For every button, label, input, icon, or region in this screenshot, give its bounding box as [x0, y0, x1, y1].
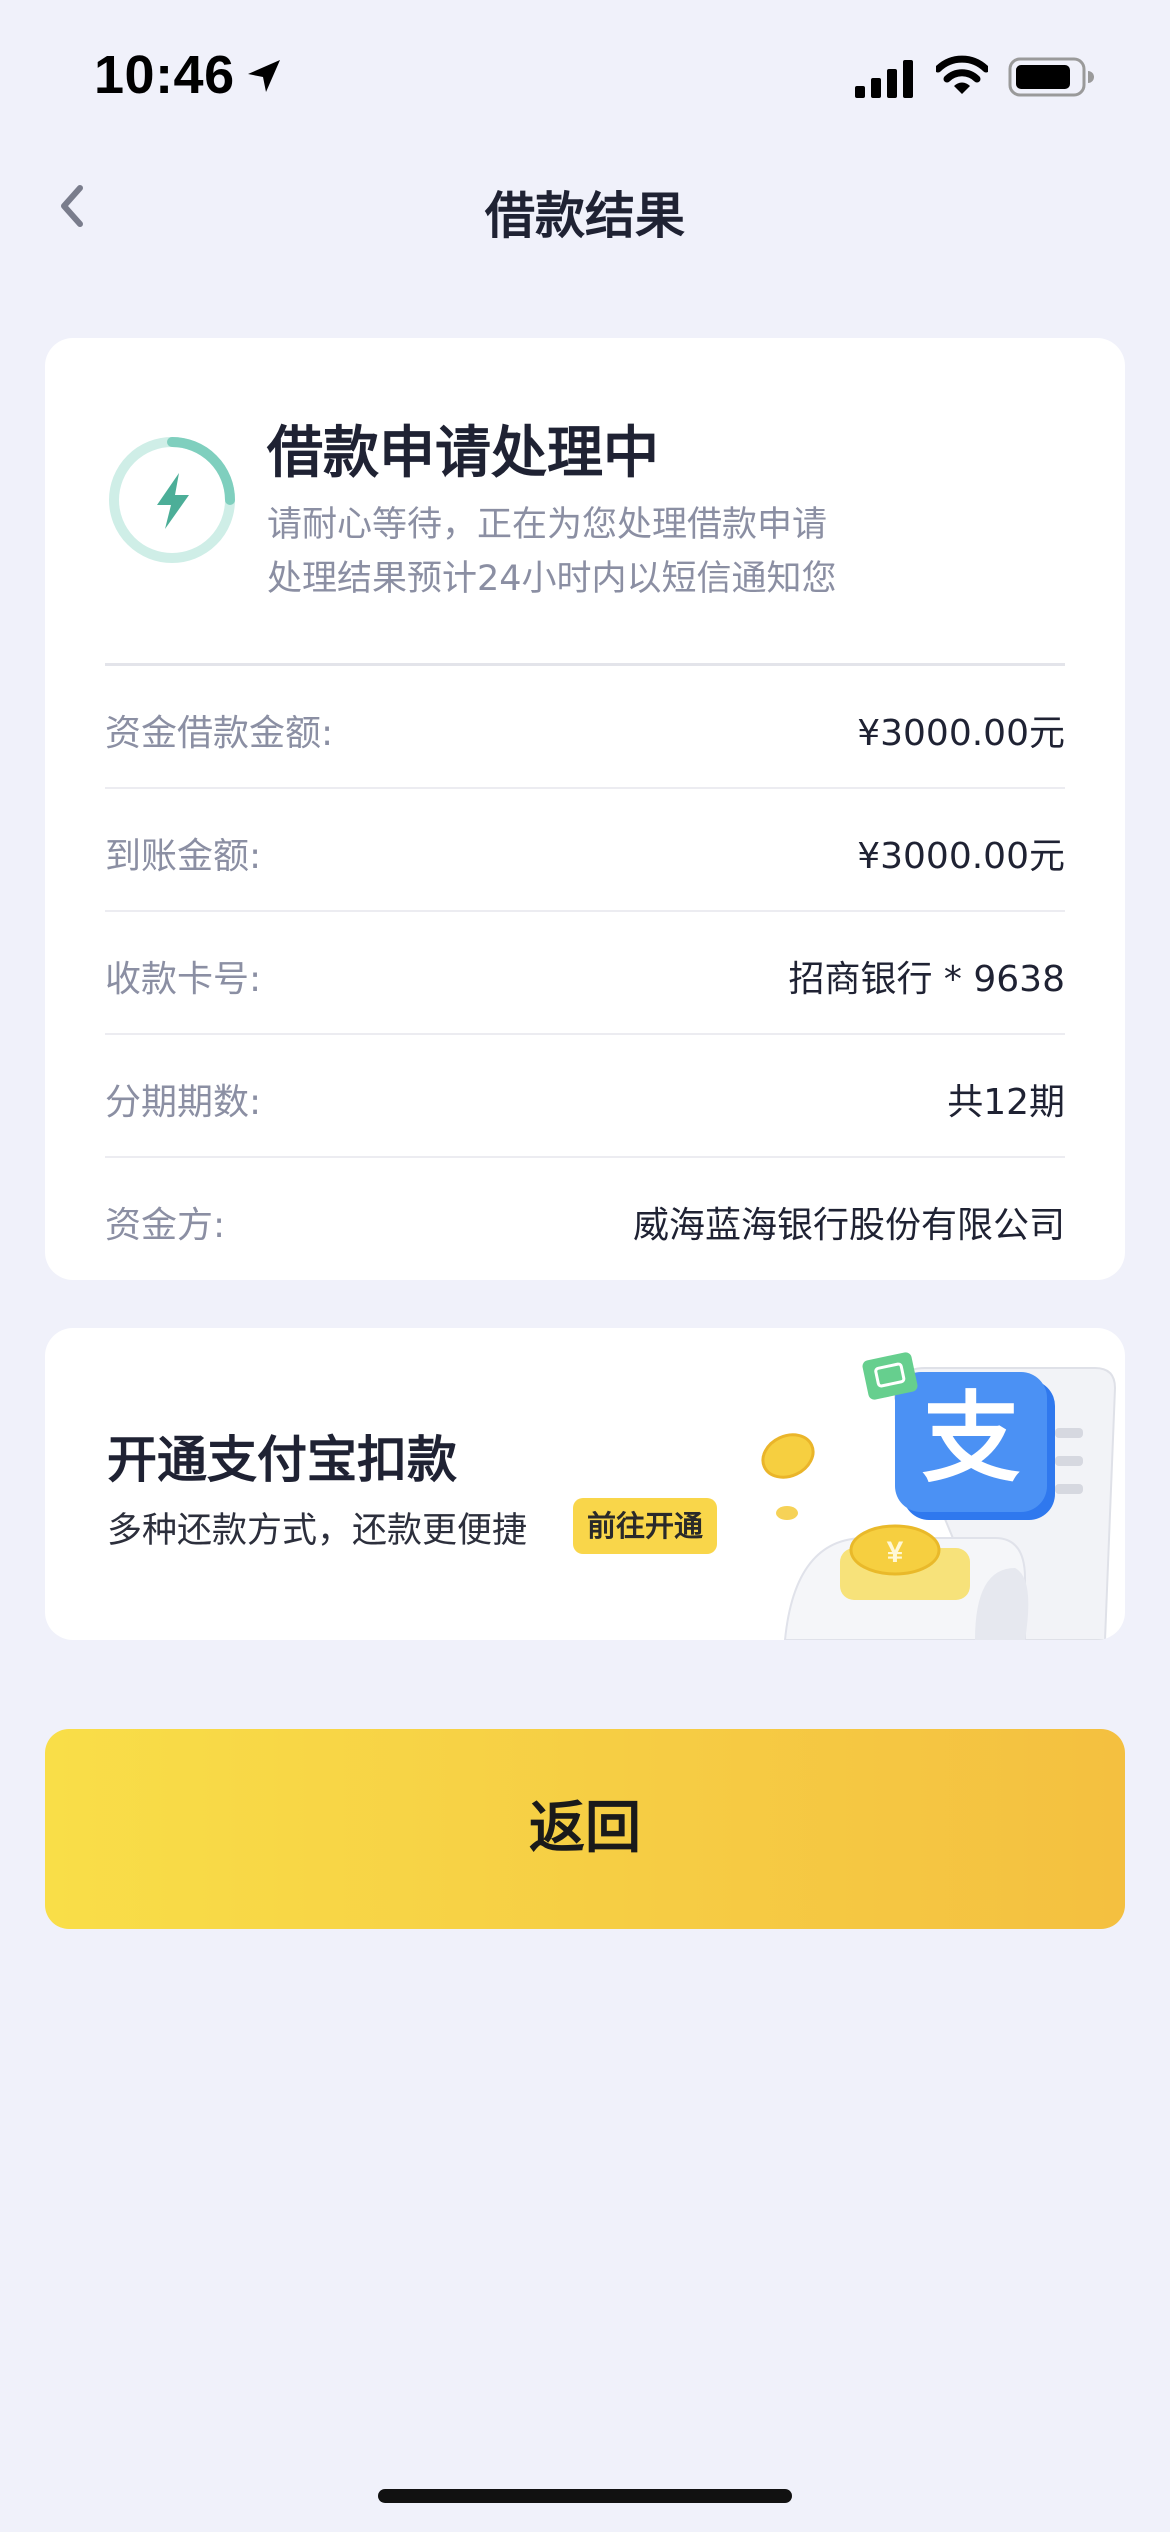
detail-value: ¥3000.00元 — [857, 713, 1065, 754]
return-button[interactable]: 返回 — [45, 1729, 1125, 1929]
status-bar: 10:46 — [0, 0, 1170, 150]
wifi-icon — [936, 55, 988, 94]
page-title: 借款结果 — [485, 187, 685, 245]
location-arrow-icon — [248, 60, 280, 92]
detail-value: 共12期 — [947, 1082, 1065, 1123]
detail-row-received-amount: 到账金额: ¥3000.00元 — [105, 787, 1065, 910]
promo-title: 开通支付宝扣款 — [107, 1431, 457, 1489]
status-heading: 借款申请处理中 — [267, 421, 659, 486]
detail-row-loan-amount: 资金借款金额: ¥3000.00元 — [105, 663, 1065, 787]
detail-label: 到账金额: — [105, 836, 262, 877]
detail-row-installments: 分期期数: 共12期 — [105, 1033, 1065, 1156]
coin-symbol: ¥ — [887, 1536, 904, 1569]
processing-status-icon — [109, 437, 235, 563]
loan-result-card: 借款申请处理中 请耐心等待，正在为您处理借款申请 处理结果预计24小时内以短信通… — [45, 338, 1125, 1280]
detail-label: 资金借款金额: — [105, 713, 334, 754]
status-description-line-2: 处理结果预计24小时内以短信通知您 — [267, 559, 837, 599]
cellular-signal-icon — [855, 60, 913, 98]
status-time: 10:46 — [94, 45, 235, 105]
home-indicator[interactable] — [378, 2489, 792, 2503]
open-alipay-button[interactable]: 前往开通 — [573, 1498, 718, 1554]
status-description-line-1: 请耐心等待，正在为您处理借款申请 — [267, 505, 828, 545]
battery-icon — [1008, 57, 1094, 97]
alipay-illustration: ¥ 支 — [761, 1352, 1117, 1640]
promo-subtitle: 多种还款方式，还款更便捷 — [107, 1511, 528, 1551]
lightning-icon — [157, 473, 189, 529]
detail-label: 资金方: — [105, 1205, 226, 1246]
loan-details-list: 资金借款金额: ¥3000.00元 到账金额: ¥3000.00元 收款卡号: … — [105, 663, 1065, 1279]
detail-row-card-number: 收款卡号: 招商银行 * 9638 — [105, 910, 1065, 1033]
detail-label: 收款卡号: — [105, 959, 262, 1000]
detail-label: 分期期数: — [105, 1082, 262, 1123]
detail-value: 威海蓝海银行股份有限公司 — [632, 1205, 1065, 1246]
alipay-promo-card[interactable]: 开通支付宝扣款 多种还款方式，还款更便捷 前往开通 ¥ 支 — [45, 1328, 1125, 1640]
detail-row-funder: 资金方: 威海蓝海银行股份有限公司 — [105, 1156, 1065, 1279]
detail-value: ¥3000.00元 — [857, 836, 1065, 877]
detail-value: 招商银行 * 9638 — [788, 959, 1065, 1000]
alipay-logo-char: 支 — [922, 1382, 1020, 1496]
